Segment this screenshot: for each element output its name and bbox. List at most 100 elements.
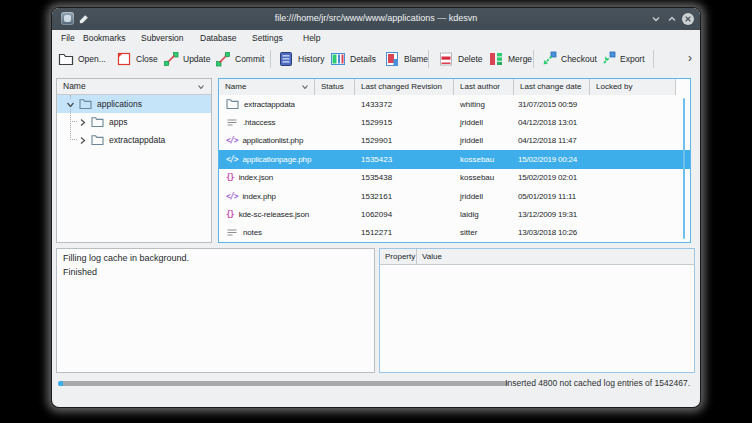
kdesvn-window: file:///home/jr/src/www/www/applications… [52,8,700,407]
cell-revision: 1535423 [355,155,454,164]
tree-guide-line [70,121,77,123]
cell-revision: 1535438 [355,173,454,182]
delete-button[interactable]: Delete [434,48,487,70]
cell-author: whiting [454,100,514,109]
text-file-icon [226,227,238,239]
merge-button[interactable]: Merge [484,48,536,70]
chevron-down-icon [301,83,309,91]
file-row-kde-sc-releases.json[interactable]: {}kde-sc-releases.json1062094laidig13/12… [219,205,690,223]
properties-panel: Property Value [379,248,695,373]
property-column-header[interactable]: Property [380,249,417,265]
merge-icon [488,51,504,67]
close-button[interactable] [681,12,695,26]
cell-author: jriddell [454,192,514,201]
log-line: Filling log cache in background. [63,252,368,266]
column-header-status[interactable]: Status [315,79,355,95]
log-line: Finished [63,266,368,280]
toolbar-button-label: Update [183,54,210,64]
maximize-button[interactable] [665,12,679,26]
collapsed-arrow-icon[interactable] [78,118,87,127]
cell-author: kossebau [454,155,514,164]
toolbar-separator [428,50,429,68]
cell-change-date: 05/01/2019 11:11 [514,192,590,201]
file-name: index.json [239,173,274,182]
value-column-header[interactable]: Value [417,249,694,265]
toolbar-button-label: Close [136,54,158,64]
expanded-arrow-icon[interactable] [66,100,75,109]
open-button[interactable]: Open... [54,48,110,70]
file-row-applicationlist.php[interactable]: </>applicationlist.php1529901jriddell04/… [219,132,690,150]
checkout-button[interactable]: Checkout [537,48,601,70]
tree-item-label: apps [109,117,127,127]
cell-author: laidig [454,210,514,219]
toolbar-button-label: Checkout [561,54,597,64]
tree-item-label: applications [97,99,142,109]
column-header-locked-by[interactable]: Locked by [590,79,676,95]
tree-header[interactable]: Name [57,79,211,95]
tree-item-applications[interactable]: applications [57,95,211,113]
json-file-icon: {} [226,210,234,219]
cell-author: sitter [454,228,514,237]
column-header-last-author[interactable]: Last author [454,79,514,95]
menu-item-help[interactable]: Help [303,30,320,46]
details-button[interactable]: Details [326,48,380,70]
collapsed-arrow-icon[interactable] [78,136,87,145]
toolbar-button-label: Export [620,54,645,64]
export-button[interactable]: Export [596,48,649,70]
progress-chunk [58,381,63,386]
file-row-notes[interactable]: notes1512271sitter13/03/2018 10:26 [219,224,690,242]
tree-guide-line [70,109,72,140]
titlebar[interactable]: file:///home/jr/src/www/www/applications… [52,8,700,30]
menubar: File Bookmarks Subversion Database Settings H… [52,30,700,46]
cell-revision: 1532161 [355,192,454,201]
tree-item-apps[interactable]: apps [57,113,211,131]
cell-change-date: 15/02/2019 02:01 [514,173,590,182]
close-button[interactable]: Close [112,48,162,70]
update-button[interactable]: Update [159,48,214,70]
column-header-last-changed-revision[interactable]: Last changed Revision [355,79,454,95]
toolbar-overflow-button[interactable]: › [682,49,698,67]
menu-item-file[interactable]: File [61,30,75,46]
commit-button[interactable]: Commit [211,48,268,70]
file-name: .htaccess [243,118,275,127]
file-row-index.json[interactable]: {}index.json1535438kossebau15/02/2019 02… [219,169,690,187]
file-row-.htaccess[interactable]: .htaccess1529915jriddell04/12/2018 13:01 [219,113,690,131]
file-list-rows: extractappdata1433372whiting31/07/2015 0… [219,95,690,242]
file-row-extractappdata[interactable]: extractappdata1433372whiting31/07/2015 0… [219,95,690,113]
file-name: index.php [242,192,275,201]
column-header-filler [676,79,690,95]
menu-item-settings[interactable]: Settings [252,30,283,46]
tree-item-extractappdata[interactable]: extractappdata [57,131,211,149]
cell-author: jriddell [454,136,514,145]
toolbar-separator [653,50,654,68]
folder-icon [226,98,239,110]
php-file-icon: </> [226,136,237,145]
log-output-panel: Filling log cache in background. Finishe… [56,248,375,373]
toolbar-button-label: Details [350,54,376,64]
menu-item-bookmarks[interactable]: Bookmarks [83,30,126,46]
tree-guide-line [70,95,72,99]
cell-change-date: 13/03/2018 10:26 [514,228,590,237]
cell-change-date: 04/12/2018 11:47 [514,136,590,145]
menu-item-subversion[interactable]: Subversion [141,30,184,46]
file-row-index.php[interactable]: </>index.php1532161jriddell05/01/2019 11… [219,187,690,205]
close-document-icon [116,51,132,67]
cell-change-date: 15/02/2019 00:24 [514,155,590,164]
folder-icon [79,98,92,110]
column-header-name[interactable]: Name [219,79,315,95]
open-folder-icon [58,51,74,67]
checkout-icon [541,51,557,67]
file-name: applicationlist.php [242,136,303,145]
minimize-button[interactable] [649,12,663,26]
blame-button[interactable]: Blame [380,48,432,70]
file-row-applicationpage.php[interactable]: </>applicationpage.php1535423kossebau15/… [219,150,690,168]
cell-change-date: 04/12/2018 13:01 [514,118,590,127]
cell-change-date: 13/12/2009 19:31 [514,210,590,219]
cell-author: kossebau [454,173,514,182]
window-title: file:///home/jr/src/www/www/applications… [52,13,700,23]
vertical-scrollbar[interactable] [683,98,686,239]
menu-item-database[interactable]: Database [200,30,236,46]
column-header-last-change-date[interactable]: Last change date [514,79,590,95]
history-button[interactable]: History [274,48,328,70]
cell-revision: 1529915 [355,118,454,127]
